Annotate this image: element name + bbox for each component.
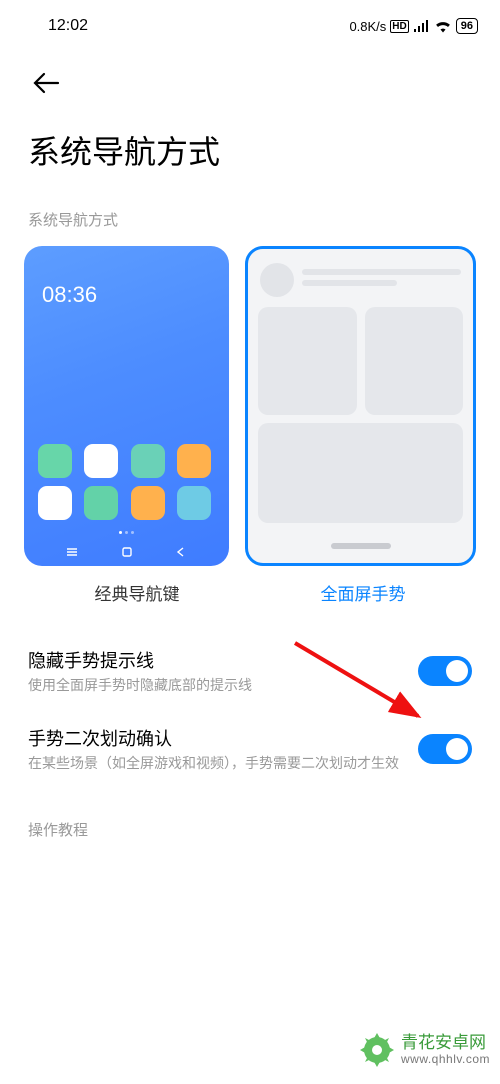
signal-icon — [413, 20, 430, 33]
setting-desc: 使用全面屏手势时隐藏底部的提示线 — [28, 676, 418, 695]
preview-avatar — [260, 263, 294, 297]
network-speed: 0.8K/s — [349, 19, 386, 34]
watermark: 青花安卓网 www.qhhlv.com — [357, 1030, 490, 1070]
toggle-double-swipe-confirm[interactable] — [418, 734, 472, 764]
page-dots — [24, 531, 229, 534]
setting-double-swipe-confirm: 手势二次划动确认 在某些场景（如全屏游戏和视频），手势需要二次划动才生效 — [0, 725, 500, 773]
app-icon — [131, 486, 165, 520]
app-icon — [84, 444, 118, 478]
nav-option-row: 08:36 — [0, 230, 500, 566]
watermark-url: www.qhhlv.com — [401, 1053, 490, 1066]
wifi-icon — [434, 20, 452, 33]
status-right: 0.8K/s HD 96 — [349, 18, 478, 34]
back-arrow-icon[interactable] — [32, 72, 60, 99]
watermark-logo-icon — [357, 1030, 397, 1070]
section-label: 系统导航方式 — [0, 173, 500, 230]
header-bar — [0, 44, 500, 99]
toggle-knob — [446, 660, 468, 682]
status-bar: 12:02 0.8K/s HD 96 — [0, 0, 500, 44]
back-key-icon — [174, 546, 188, 558]
preview-line — [302, 269, 461, 275]
home-key-icon — [120, 546, 134, 558]
nav-option-gesture[interactable] — [245, 246, 476, 566]
option-label-gesture[interactable]: 全面屏手势 — [250, 580, 476, 605]
preview-box — [258, 307, 357, 415]
hd-icon: HD — [390, 20, 408, 33]
preview-line — [302, 280, 397, 286]
watermark-name: 青花安卓网 — [401, 1034, 490, 1053]
setting-title: 手势二次划动确认 — [28, 725, 418, 751]
setting-title: 隐藏手势提示线 — [28, 647, 418, 673]
app-icon — [84, 486, 118, 520]
menu-key-icon — [65, 546, 79, 558]
preview-icon-grid — [24, 444, 229, 520]
preview-content — [258, 307, 463, 415]
preview-header — [258, 259, 463, 307]
gesture-handle-icon — [331, 543, 391, 549]
nav-option-classic[interactable]: 08:36 — [24, 246, 229, 566]
app-icon — [38, 444, 72, 478]
option-label-classic[interactable]: 经典导航键 — [24, 580, 250, 605]
option-labels-row: 经典导航键 全面屏手势 — [0, 566, 500, 605]
preview-navbar — [24, 546, 229, 558]
preview-box — [365, 307, 464, 415]
preview-box — [258, 423, 463, 523]
tutorial-section-label: 操作教程 — [0, 773, 500, 840]
app-icon — [131, 444, 165, 478]
toggle-hide-gesture-line[interactable] — [418, 656, 472, 686]
preview-clock: 08:36 — [42, 282, 97, 308]
setting-desc: 在某些场景（如全屏游戏和视频），手势需要二次划动才生效 — [28, 754, 418, 773]
page-title: 系统导航方式 — [0, 99, 500, 173]
status-time: 12:02 — [48, 17, 88, 35]
app-icon — [177, 444, 211, 478]
toggle-knob — [446, 738, 468, 760]
setting-hide-gesture-line: 隐藏手势提示线 使用全面屏手势时隐藏底部的提示线 — [0, 647, 500, 695]
battery-icon: 96 — [456, 18, 478, 34]
app-icon — [177, 486, 211, 520]
app-icon — [38, 486, 72, 520]
